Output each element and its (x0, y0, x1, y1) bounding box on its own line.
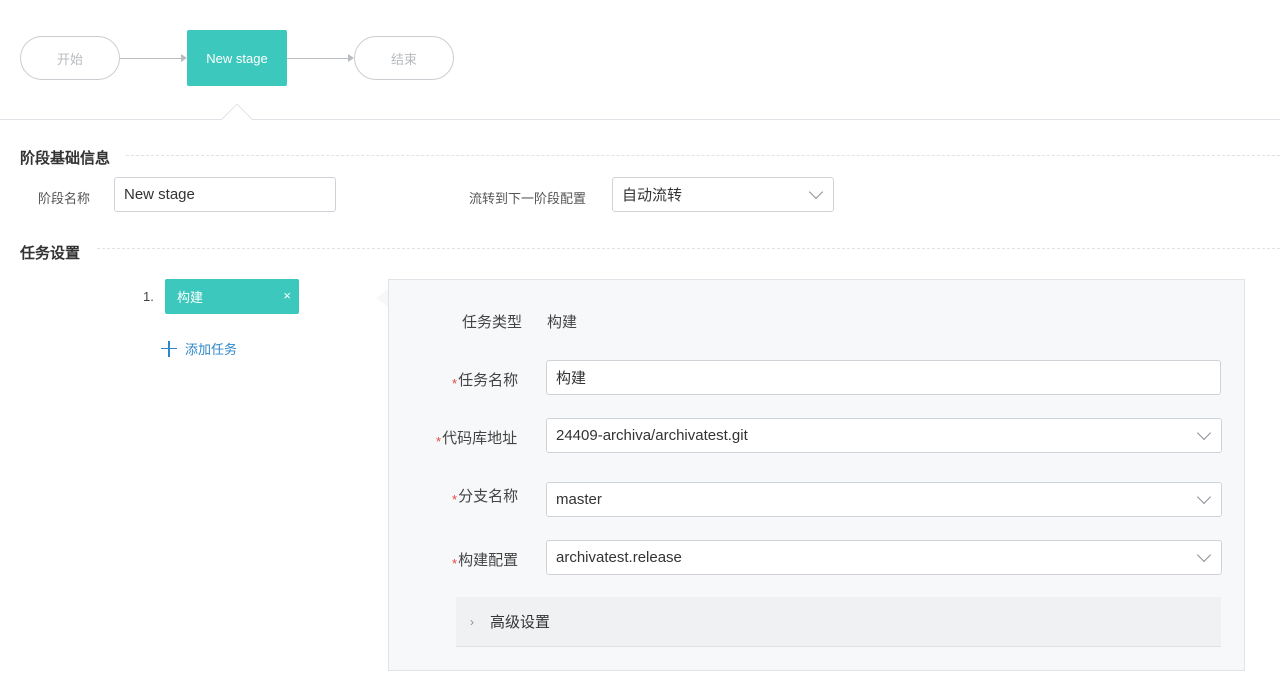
transition-select[interactable]: 自动流转 (612, 177, 834, 212)
panel-pointer (376, 289, 388, 307)
task-type-value: 构建 (547, 314, 578, 331)
task-name-input[interactable]: 构建 (546, 360, 1221, 395)
task-item-build[interactable]: 构建 × (165, 279, 299, 314)
repo-select-value: 24409-archiva/archivatest.git (556, 427, 748, 444)
task-item-label: 构建 (177, 290, 204, 305)
stage-name-label: 阶段名称 (38, 191, 91, 206)
required-mark: * (452, 492, 458, 507)
pipeline-flow: 开始 New stage 结束 (0, 0, 1280, 120)
start-node[interactable]: 开始 (20, 36, 120, 80)
branch-select-value: master (556, 491, 602, 508)
section-divider (126, 155, 1280, 156)
repo-select[interactable]: 24409-archiva/archivatest.git (546, 418, 1222, 453)
close-icon[interactable]: × (283, 288, 291, 303)
transition-select-value: 自动流转 (622, 187, 683, 204)
required-mark: * (452, 556, 458, 571)
task-settings-title: 任务设置 (20, 245, 81, 262)
add-task-button[interactable]: 添加任务 (161, 339, 237, 358)
advanced-settings-toggle[interactable]: › 高级设置 (456, 597, 1221, 647)
build-config-select-value: archivatest.release (556, 549, 682, 566)
end-node[interactable]: 结束 (354, 36, 454, 80)
repo-label: *代码库地址 (436, 430, 518, 449)
task-index: 1. (143, 289, 154, 304)
chevron-right-icon: › (470, 614, 474, 629)
branch-select[interactable]: master (546, 482, 1222, 517)
build-config-select[interactable]: archivatest.release (546, 540, 1222, 575)
branch-label: *分支名称 (452, 488, 519, 507)
plus-icon (161, 340, 177, 357)
flow-connector (120, 58, 182, 59)
stage-node[interactable]: New stage (187, 30, 287, 86)
basic-info-title: 阶段基础信息 (20, 150, 111, 167)
section-divider (97, 248, 1280, 249)
build-config-label: *构建配置 (452, 552, 519, 571)
task-type-label: 任务类型 (462, 314, 523, 331)
task-name-label: *任务名称 (452, 372, 519, 391)
chevron-down-icon (1196, 547, 1212, 563)
add-task-label: 添加任务 (185, 342, 238, 357)
chevron-down-icon (1196, 425, 1212, 441)
stage-name-input[interactable]: New stage (114, 177, 336, 212)
advanced-settings-label: 高级设置 (490, 614, 551, 631)
flow-connector (287, 58, 349, 59)
transition-label: 流转到下一阶段配置 (469, 191, 587, 206)
required-mark: * (436, 434, 442, 449)
chevron-down-icon (1196, 489, 1212, 505)
chevron-down-icon (808, 184, 824, 200)
required-mark: * (452, 376, 458, 391)
